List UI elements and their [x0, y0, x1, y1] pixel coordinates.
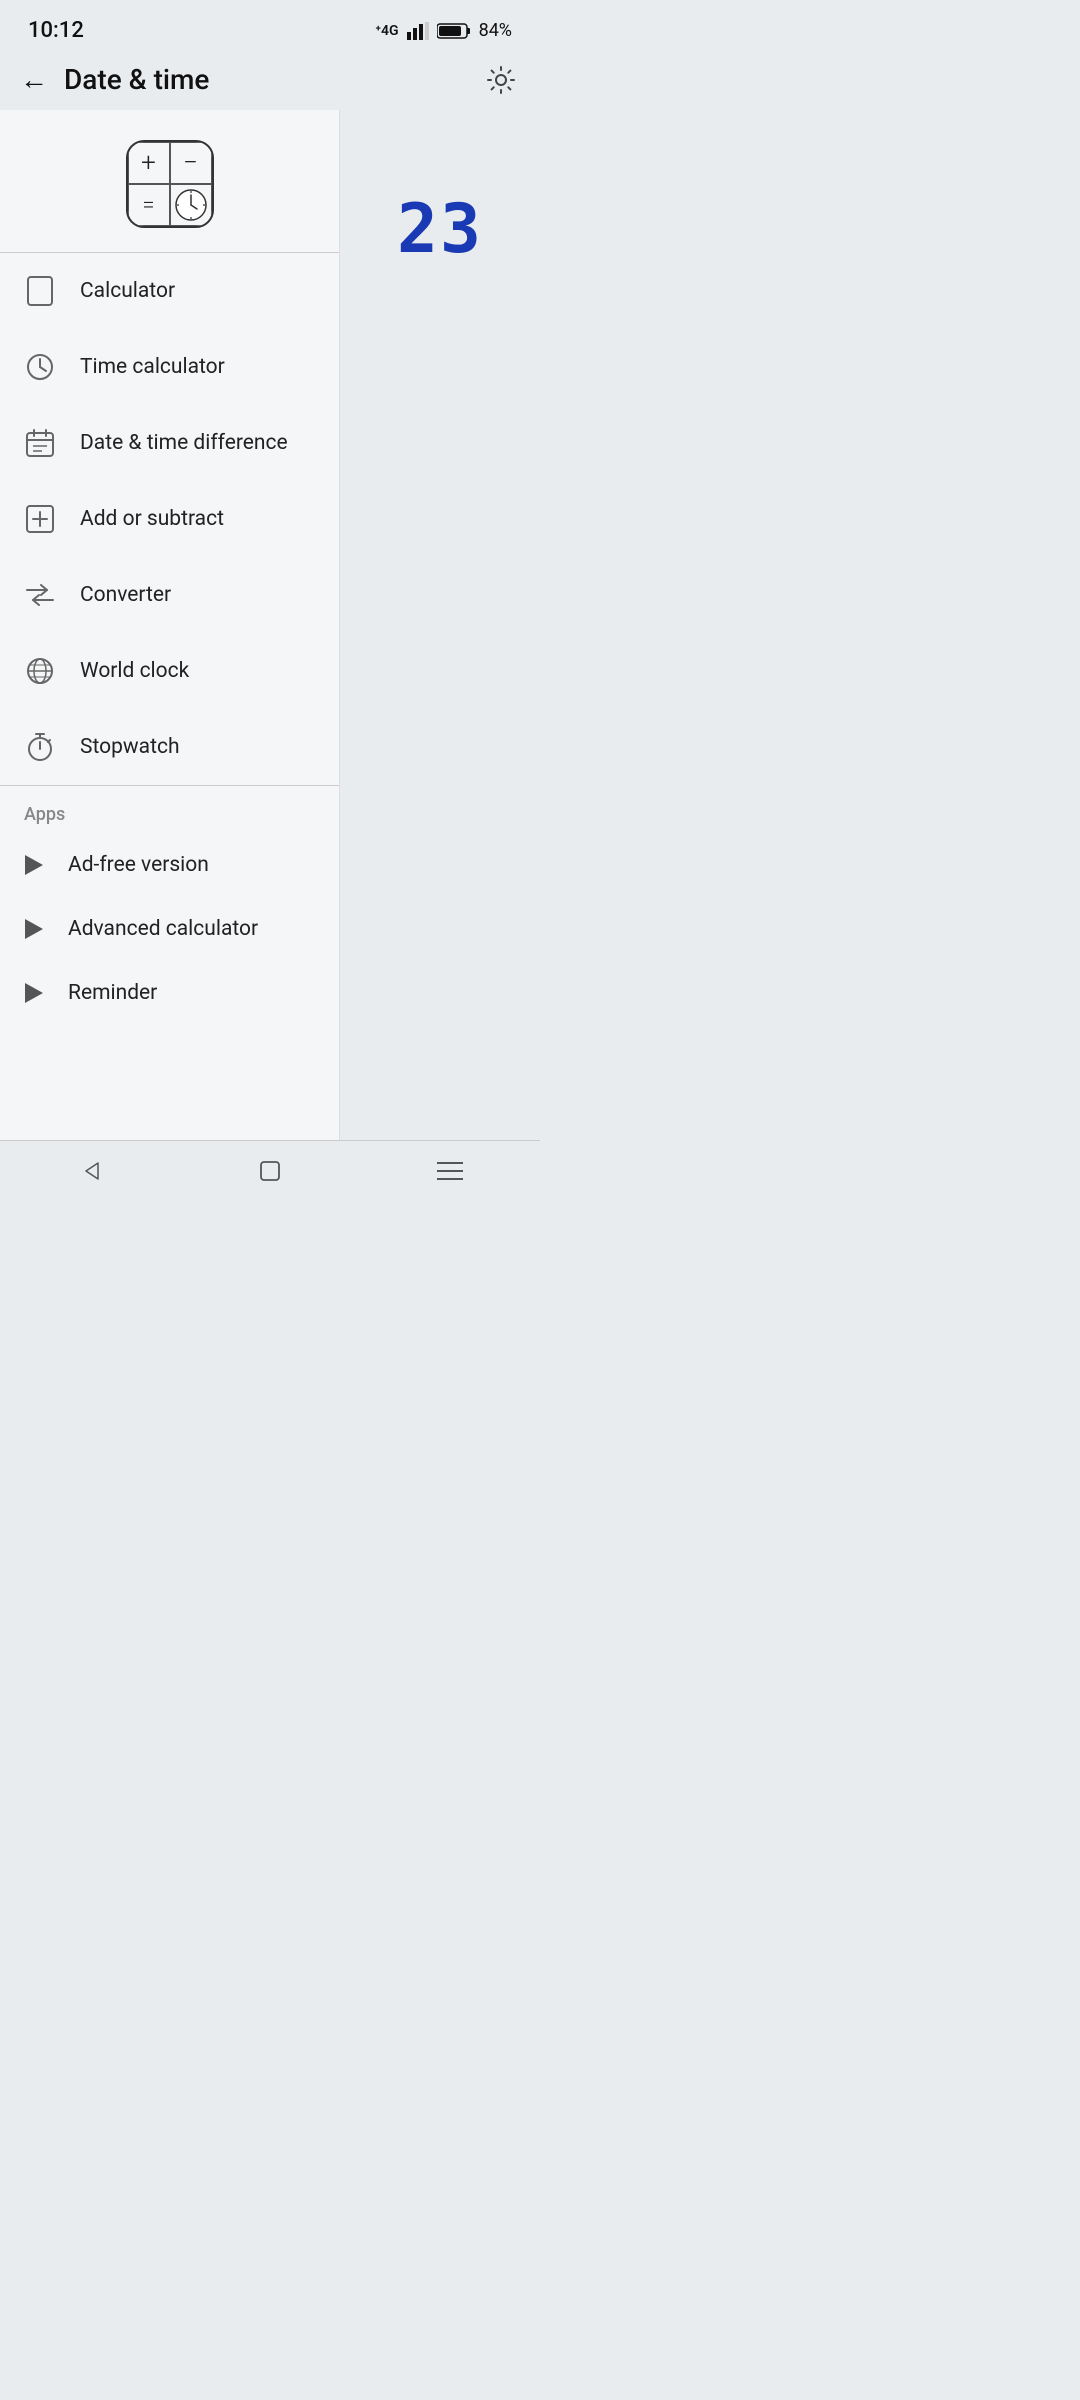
reminder-label: Reminder: [68, 981, 157, 1005]
status-bar: 10:12 ⁺4G 84%: [0, 0, 540, 53]
app-logo: + − =: [126, 140, 214, 228]
navigation-drawer: + − =: [0, 110, 340, 1140]
battery-icon: [437, 22, 471, 40]
logo-clock: [170, 184, 212, 226]
plus-box-icon: [24, 503, 56, 535]
apps-item-advanced-calc[interactable]: Advanced calculator: [0, 897, 339, 961]
apps-section: Apps Ad-free version Advanced calculator: [0, 786, 339, 1025]
advanced-calc-label: Advanced calculator: [68, 917, 258, 941]
calendar-icon: [24, 427, 56, 459]
globe-icon: [24, 655, 56, 687]
play-icon-ad-free: [24, 855, 44, 875]
logo-plus: +: [128, 142, 170, 184]
top-bar: ← Date & time: [0, 53, 540, 110]
nav-home-button[interactable]: [245, 1151, 295, 1191]
logo-minus: −: [170, 142, 212, 184]
bottom-navigation: [0, 1140, 540, 1200]
page-title: Date & time: [64, 63, 209, 96]
apps-section-label: Apps: [0, 786, 339, 833]
convert-icon: [24, 579, 56, 611]
tablet-icon: [24, 275, 56, 307]
logo-equals: =: [128, 184, 170, 226]
add-subtract-label: Add or subtract: [80, 507, 224, 531]
status-right: ⁺4G 84%: [375, 20, 512, 41]
clock-icon: [24, 351, 56, 383]
ad-free-label: Ad-free version: [68, 853, 209, 877]
nav-menu-button[interactable]: [425, 1151, 475, 1191]
app-logo-area: + − =: [0, 110, 339, 252]
date-display: 23: [397, 190, 483, 269]
calculator-label: Calculator: [80, 279, 175, 303]
menu-section: Calculator Time calculator: [0, 253, 339, 785]
apps-item-ad-free[interactable]: Ad-free version: [0, 833, 339, 897]
menu-item-world-clock[interactable]: World clock: [0, 633, 339, 709]
play-icon-advanced-calc: [24, 919, 44, 939]
world-clock-label: World clock: [80, 659, 189, 683]
menu-item-time-calculator[interactable]: Time calculator: [0, 329, 339, 405]
stopwatch-label: Stopwatch: [80, 735, 180, 759]
date-time-difference-label: Date & time difference: [80, 431, 288, 455]
stopwatch-icon: [24, 731, 56, 763]
converter-label: Converter: [80, 583, 171, 607]
menu-item-calculator[interactable]: Calculator: [0, 253, 339, 329]
menu-item-date-time-difference[interactable]: Date & time difference: [0, 405, 339, 481]
menu-item-converter[interactable]: Converter: [0, 557, 339, 633]
back-button[interactable]: ←: [20, 63, 48, 96]
time-calculator-label: Time calculator: [80, 355, 225, 379]
menu-item-stopwatch[interactable]: Stopwatch: [0, 709, 339, 785]
signal-bars-icon: [407, 22, 429, 40]
settings-icon[interactable]: [486, 65, 516, 95]
play-icon-reminder: [24, 983, 44, 1003]
signal-icon: ⁺4G: [375, 23, 398, 39]
status-time: 10:12: [28, 18, 84, 43]
nav-back-button[interactable]: [65, 1151, 115, 1191]
apps-item-reminder[interactable]: Reminder: [0, 961, 339, 1025]
menu-item-add-or-subtract[interactable]: Add or subtract: [0, 481, 339, 557]
background-content: 23: [340, 110, 540, 1140]
battery-percent: 84%: [479, 20, 512, 41]
